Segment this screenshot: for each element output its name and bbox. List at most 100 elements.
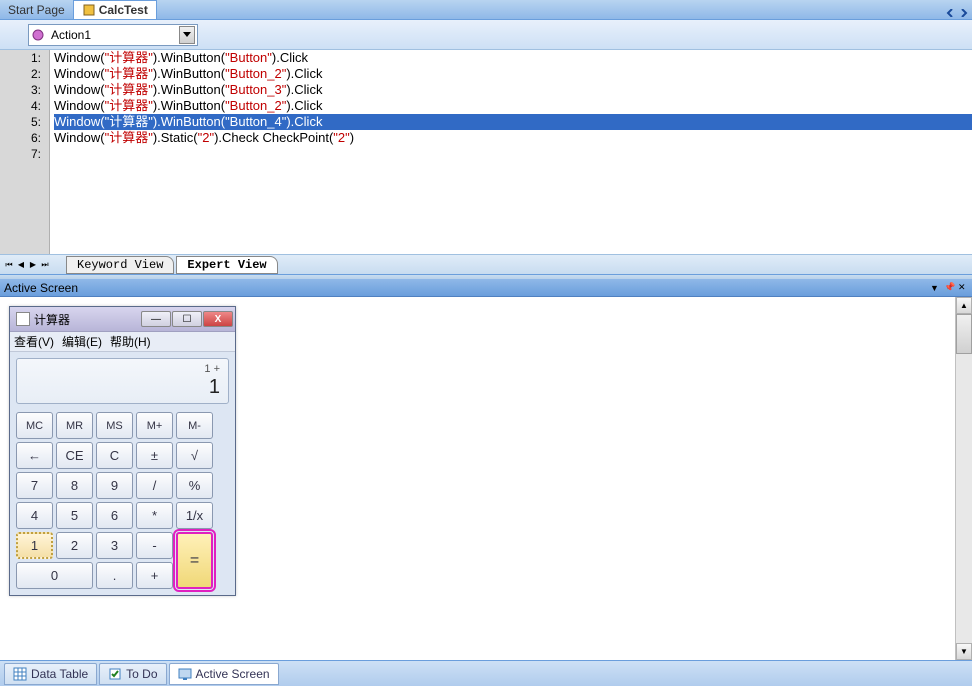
minimize-button[interactable]: — [141,311,171,327]
dropdown-icon[interactable]: ▼ [930,283,940,293]
calculator-window: 计算器 — ☐ X 查看(V) 编辑(E) 帮助(H) 1 + 1 MC MR … [9,306,236,596]
last-icon[interactable]: ⏭ [40,260,50,270]
code-editor[interactable]: 1: 2: 3: 4: 5: 6: 7: Window("计算器").WinBu… [0,50,972,255]
next-tab-icon[interactable] [960,6,968,14]
line-number: 7: [0,146,49,162]
tab-label: Start Page [8,3,65,17]
btn-c[interactable]: C [96,442,133,469]
test-icon [82,3,96,17]
btn-4[interactable]: 4 [16,502,53,529]
btn-0[interactable]: 0 [16,562,93,589]
scroll-up-icon[interactable]: ▲ [956,297,972,314]
line-number: 5: [0,114,49,130]
navigation-controls: ⏮ ◀ ▶ ⏭ [4,260,50,270]
btn-ms[interactable]: MS [96,412,133,439]
chevron-down-icon[interactable] [179,26,195,44]
btn-2[interactable]: 2 [56,532,93,559]
menu-help[interactable]: 帮助(H) [110,333,151,350]
code-line[interactable] [54,146,972,162]
vertical-scrollbar[interactable]: ▲ ▼ [955,297,972,660]
btn-6[interactable]: 6 [96,502,133,529]
menu-view[interactable]: 查看(V) [14,333,54,350]
calculator-body: 1 + 1 MC MR MS M+ M- ← CE C ± √ 7 8 9 / … [10,352,235,595]
code-line[interactable]: Window("计算器").WinButton("Button_3").Clic… [54,82,972,98]
tab-todo[interactable]: To Do [99,663,166,685]
todo-icon [108,667,122,681]
bottom-tabs-bar: Data Table To Do Active Screen [0,660,972,686]
document-tabs-bar: Start Page CalcTest [0,0,972,20]
tab-label: To Do [126,667,157,681]
first-icon[interactable]: ⏮ [4,260,14,270]
tab-data-table[interactable]: Data Table [4,663,97,685]
code-line[interactable]: Window("计算器").WinButton("Button_2").Clic… [54,66,972,82]
view-tabs-bar: ⏮ ◀ ▶ ⏭ Keyword View Expert View [0,255,972,275]
table-icon [13,667,27,681]
tab-expert-view[interactable]: Expert View [176,256,277,274]
btn-9[interactable]: 9 [96,472,133,499]
active-screen-header: Active Screen ▼ 📌 ✕ [0,279,972,297]
next-icon[interactable]: ▶ [28,260,38,270]
maximize-button[interactable]: ☐ [172,311,202,327]
panel-title: Active Screen [4,281,78,295]
code-line-selected[interactable]: Window("计算器").WinButton("Button_4").Clic… [54,114,972,130]
btn-ce[interactable]: CE [56,442,93,469]
calculator-display: 1 + 1 [16,358,229,404]
btn-dot[interactable]: . [96,562,133,589]
calculator-title: 计算器 [34,311,70,328]
btn-equals[interactable]: = [176,532,213,589]
action-dropdown[interactable]: Action1 [28,24,198,46]
scroll-down-icon[interactable]: ▼ [956,643,972,660]
btn-plus[interactable]: + [136,562,173,589]
screen-icon [178,667,192,681]
btn-mr[interactable]: MR [56,412,93,439]
code-line[interactable]: Window("计算器").Static("2").Check CheckPoi… [54,130,972,146]
line-number: 6: [0,130,49,146]
line-gutter: 1: 2: 3: 4: 5: 6: 7: [0,50,50,254]
btn-mplus[interactable]: M+ [136,412,173,439]
tab-label: Data Table [31,667,88,681]
btn-reciprocal[interactable]: 1/x [176,502,213,529]
code-line[interactable]: Window("计算器").WinButton("Button").Click [54,50,972,66]
btn-8[interactable]: 8 [56,472,93,499]
scroll-thumb[interactable] [956,314,972,354]
btn-multiply[interactable]: * [136,502,173,529]
action-icon [31,28,47,42]
btn-7[interactable]: 7 [16,472,53,499]
btn-mc[interactable]: MC [16,412,53,439]
prev-tab-icon[interactable] [946,6,954,14]
line-number: 2: [0,66,49,82]
action-toolbar: Action1 [0,20,972,50]
active-screen-panel: ▲ ▼ 计算器 — ☐ X 查看(V) 编辑(E) 帮助(H) 1 + 1 [0,297,972,660]
btn-back[interactable]: ← [16,442,53,469]
tab-label: Active Screen [196,667,270,681]
tab-calctest[interactable]: CalcTest [73,0,157,19]
btn-plusminus[interactable]: ± [136,442,173,469]
btn-mminus[interactable]: M- [176,412,213,439]
btn-sqrt[interactable]: √ [176,442,213,469]
pin-icon[interactable]: 📌 [944,283,954,293]
calculator-keypad: MC MR MS M+ M- ← CE C ± √ 7 8 9 / % 4 5 … [16,412,229,589]
calculator-menubar: 查看(V) 编辑(E) 帮助(H) [10,332,235,352]
calculator-titlebar[interactable]: 计算器 — ☐ X [10,307,235,332]
close-icon[interactable]: ✕ [958,283,968,293]
tab-start-page[interactable]: Start Page [0,0,73,19]
btn-minus[interactable]: - [136,532,173,559]
btn-5[interactable]: 5 [56,502,93,529]
code-content[interactable]: Window("计算器").WinButton("Button").Click … [50,50,972,254]
menu-edit[interactable]: 编辑(E) [62,333,102,350]
tab-active-screen[interactable]: Active Screen [169,663,279,685]
close-button[interactable]: X [203,311,233,327]
tab-keyword-view[interactable]: Keyword View [66,256,174,274]
btn-1[interactable]: 1 [16,532,53,559]
line-number: 4: [0,98,49,114]
tab-label: CalcTest [99,3,148,17]
line-number: 1: [0,50,49,66]
display-value: 1 [25,376,220,399]
btn-3[interactable]: 3 [96,532,133,559]
btn-percent[interactable]: % [176,472,213,499]
action-dropdown-label: Action1 [51,28,179,42]
btn-divide[interactable]: / [136,472,173,499]
code-line[interactable]: Window("计算器").WinButton("Button_2").Clic… [54,98,972,114]
display-expression: 1 + [25,363,220,375]
prev-icon[interactable]: ◀ [16,260,26,270]
